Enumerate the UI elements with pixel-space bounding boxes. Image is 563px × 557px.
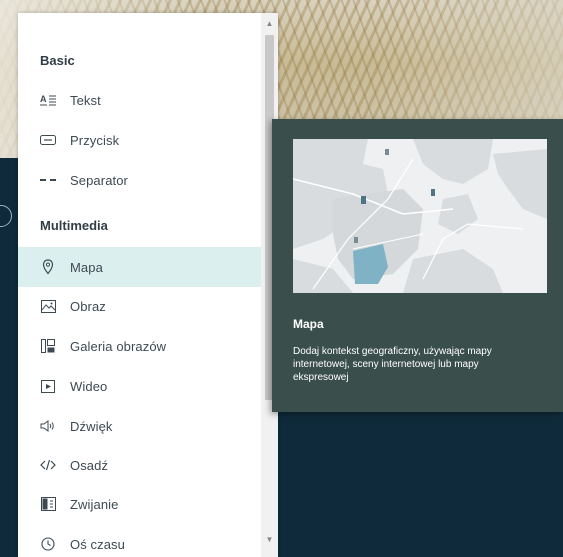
item-osadz[interactable]: Osadź: [18, 445, 261, 485]
item-label: Przycisk: [70, 132, 120, 148]
map-preview-image: [293, 139, 547, 293]
item-label: Wideo: [70, 378, 108, 394]
collapse-icon: [40, 496, 56, 512]
card-title: Mapa: [293, 317, 324, 331]
item-mapa[interactable]: Mapa: [18, 247, 261, 287]
section-title-basic: Basic: [40, 53, 75, 68]
audio-icon: [40, 418, 56, 434]
item-label: Osadź: [70, 457, 109, 473]
scroll-down-arrow-icon[interactable]: ▼: [261, 531, 278, 547]
preview-tooltip-card: Mapa Dodaj kontekst geograficzny, używaj…: [272, 119, 563, 412]
section-title-multimedia: Multimedia: [40, 218, 108, 233]
embed-icon: [40, 457, 56, 473]
item-przycisk[interactable]: Przycisk: [18, 120, 261, 160]
item-label: Dźwięk: [70, 418, 113, 434]
text-icon: A: [40, 92, 56, 108]
button-icon: [40, 132, 56, 148]
item-label: Tekst: [70, 92, 101, 108]
block-picker-panel: Basic A Tekst Przycisk Separator Multime…: [18, 13, 278, 557]
item-dzwiek[interactable]: Dźwięk: [18, 406, 261, 446]
item-os-czasu[interactable]: Oś czasu: [18, 524, 261, 557]
video-icon: [40, 378, 56, 394]
scroll-up-arrow-icon[interactable]: ▲: [261, 15, 278, 31]
item-label: Obraz: [70, 298, 106, 314]
item-galeria-obrazow[interactable]: Galeria obrazów: [18, 326, 261, 366]
item-obraz[interactable]: Obraz: [18, 286, 261, 326]
item-label: Mapa: [70, 259, 103, 275]
item-tekst[interactable]: A Tekst: [18, 80, 261, 120]
item-zwijanie[interactable]: Zwijanie: [18, 484, 261, 524]
svg-text:A: A: [40, 94, 47, 104]
separator-icon: [40, 172, 56, 188]
card-description: Dodaj kontekst geograficzny, używając ma…: [293, 346, 492, 383]
gallery-icon: [40, 338, 56, 354]
item-separator[interactable]: Separator: [18, 160, 261, 200]
timeline-icon: [40, 536, 56, 552]
map-pin-icon: [40, 259, 56, 275]
image-icon: [40, 298, 56, 314]
item-label: Separator: [70, 172, 128, 188]
item-label: Zwijanie: [70, 496, 119, 512]
item-label: Oś czasu: [70, 536, 125, 552]
item-label: Galeria obrazów: [70, 338, 167, 354]
item-wideo[interactable]: Wideo: [18, 366, 261, 406]
